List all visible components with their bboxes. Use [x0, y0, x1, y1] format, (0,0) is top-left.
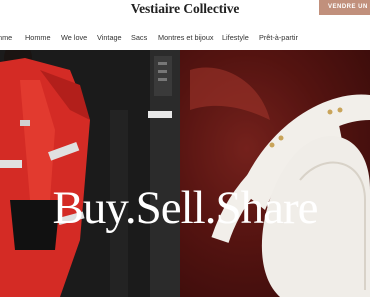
nav-item-we-love[interactable]: We love: [61, 33, 87, 42]
hero-image-left: [0, 50, 180, 297]
nav-item-homme[interactable]: Homme: [25, 33, 51, 42]
nav-item-sacs[interactable]: Sacs: [131, 33, 147, 42]
person-in-red-jacket-illustration: [0, 50, 180, 297]
sell-item-button[interactable]: VENDRE UN AR: [319, 0, 370, 15]
white-handbag-illustration: [180, 50, 370, 297]
hero-headline: Buy.Sell.Share: [52, 182, 319, 234]
logo[interactable]: Vestiaire Collective: [0, 1, 370, 17]
main-nav: mme Homme We love Vintage Sacs Montres e…: [0, 26, 370, 51]
header: Vestiaire Collective VENDRE UN AR: [0, 0, 370, 19]
nav-item-vintage[interactable]: Vintage: [97, 33, 122, 42]
hero-image-right: [180, 50, 370, 297]
hero-banner[interactable]: Buy.Sell.Share: [0, 50, 370, 297]
nav-item-pret-a-partir[interactable]: Prêt-à-partir: [259, 33, 298, 42]
nav-item-femme[interactable]: mme: [0, 33, 12, 42]
nav-item-montres-et-bijoux[interactable]: Montres et bijoux: [158, 33, 214, 42]
nav-item-lifestyle[interactable]: Lifestyle: [222, 33, 249, 42]
